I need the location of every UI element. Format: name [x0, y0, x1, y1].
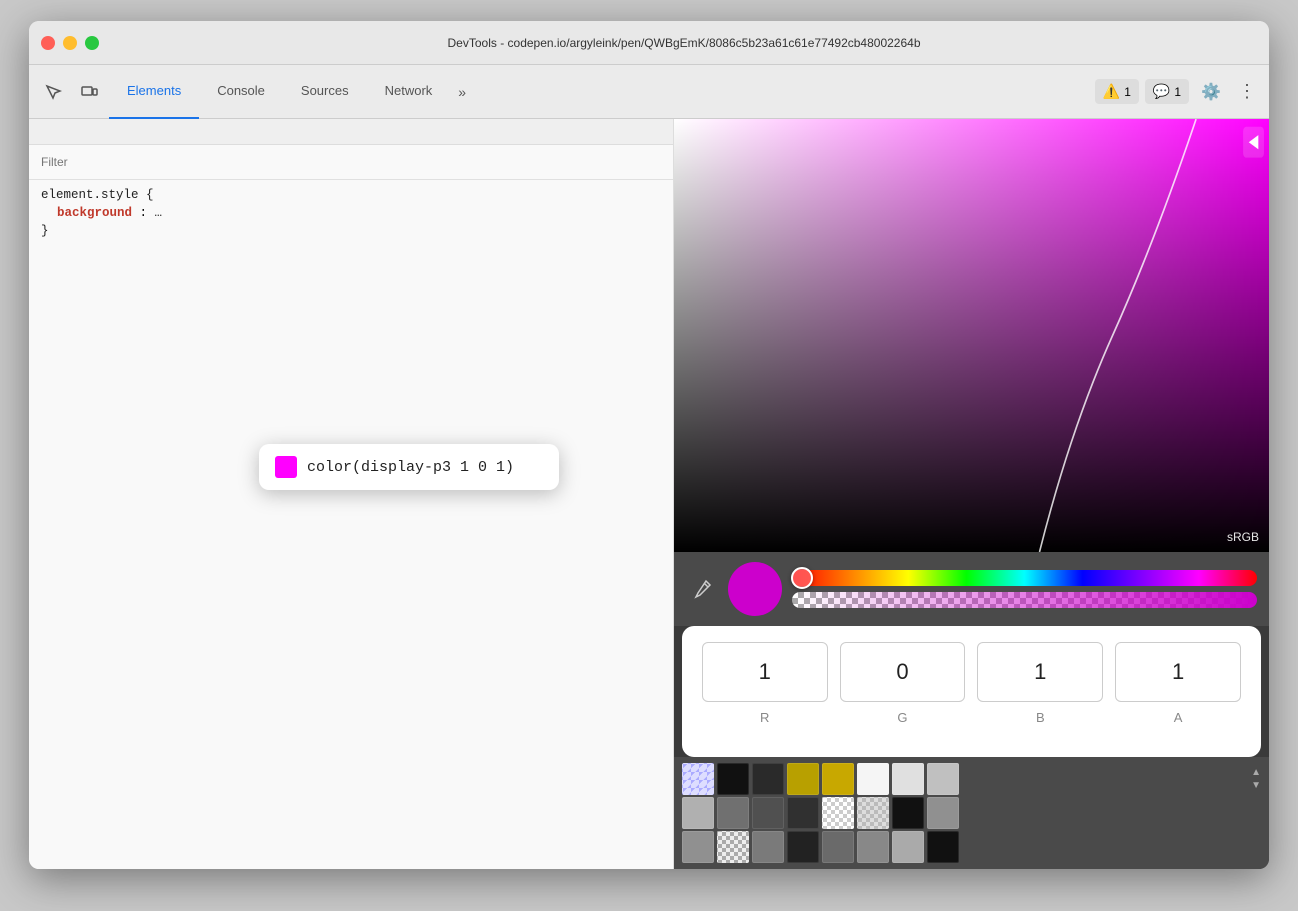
warnings-badge[interactable]: ⚠️ 1	[1095, 79, 1139, 104]
css-panel: element.style { background : … }	[29, 180, 673, 246]
hue-slider[interactable]	[792, 570, 1257, 586]
close-button[interactable]	[41, 36, 55, 50]
css-close-brace: }	[41, 224, 661, 238]
messages-badge[interactable]: 💬 1	[1145, 79, 1189, 104]
left-panel: element.style { background : … } color(d…	[29, 119, 674, 869]
maximize-button[interactable]	[85, 36, 99, 50]
a-input[interactable]	[1115, 642, 1241, 702]
swatch-19[interactable]	[787, 831, 819, 863]
message-icon: 💬	[1153, 83, 1170, 100]
css-property-line: background : …	[41, 206, 661, 220]
tab-network[interactable]: Network	[367, 65, 451, 119]
swatch-15[interactable]	[927, 797, 959, 829]
more-tabs-button[interactable]: »	[450, 65, 474, 119]
more-options-button[interactable]: ⋮	[1233, 76, 1261, 108]
srgb-label: sRGB	[1227, 530, 1259, 544]
right-panel: ◀ sRGB	[674, 119, 1269, 869]
filter-input[interactable]	[41, 155, 661, 169]
swatches-area: ▲ ▼	[674, 757, 1269, 869]
swatch-6[interactable]	[892, 763, 924, 795]
tab-elements[interactable]: Elements	[109, 65, 199, 119]
inspect-icon[interactable]	[37, 76, 69, 108]
swatch-17[interactable]	[717, 831, 749, 863]
toolbar-right: ⚠️ 1 💬 1 ⚙️ ⋮	[1095, 76, 1261, 108]
color-circle-preview[interactable]	[728, 562, 782, 616]
swatches-row-2	[682, 797, 1261, 829]
svg-text:◀: ◀	[1249, 132, 1259, 152]
sliders-area	[792, 570, 1257, 608]
rgba-inputs: R G B A	[702, 642, 1241, 725]
tab-sources[interactable]: Sources	[283, 65, 367, 119]
a-field: A	[1115, 642, 1241, 725]
swatches-row-1: ▲ ▼	[682, 763, 1261, 795]
swatch-5[interactable]	[857, 763, 889, 795]
swatch-0[interactable]	[682, 763, 714, 795]
warning-icon: ⚠️	[1103, 83, 1120, 100]
swatch-14[interactable]	[892, 797, 924, 829]
b-input[interactable]	[977, 642, 1103, 702]
swatch-7[interactable]	[927, 763, 959, 795]
window-title: DevTools - codepen.io/argyleink/pen/QWBg…	[111, 36, 1257, 50]
swatch-1[interactable]	[717, 763, 749, 795]
opacity-slider[interactable]	[792, 592, 1257, 608]
swatch-16[interactable]	[682, 831, 714, 863]
minimize-button[interactable]	[63, 36, 77, 50]
swatch-8[interactable]	[682, 797, 714, 829]
a-label: A	[1174, 710, 1183, 725]
swatch-12[interactable]	[822, 797, 854, 829]
swatch-10[interactable]	[752, 797, 784, 829]
main-content: element.style { background : … } color(d…	[29, 119, 1269, 869]
r-input[interactable]	[702, 642, 828, 702]
swatch-23[interactable]	[927, 831, 959, 863]
filter-bar	[29, 145, 673, 180]
swatch-11[interactable]	[787, 797, 819, 829]
color-controls	[674, 552, 1269, 626]
color-swatch-preview[interactable]	[275, 456, 297, 478]
breadcrumb-bar	[29, 119, 673, 145]
scroll-up-button[interactable]: ▲	[1251, 767, 1261, 778]
color-value-text: color(display-p3 1 0 1)	[307, 459, 514, 476]
g-input[interactable]	[840, 642, 966, 702]
device-toggle-icon[interactable]	[73, 76, 105, 108]
main-tabs: Elements Console Sources Network »	[109, 65, 1091, 119]
css-property-name: background	[57, 206, 132, 220]
swatch-3[interactable]	[787, 763, 819, 795]
color-gradient-area[interactable]: ◀ sRGB	[674, 119, 1269, 552]
swatch-13[interactable]	[857, 797, 889, 829]
rgba-panel: R G B A	[682, 626, 1261, 757]
swatch-18[interactable]	[752, 831, 784, 863]
swatches-scroll: ▲ ▼	[1251, 767, 1261, 791]
traffic-lights	[41, 36, 99, 50]
tab-console[interactable]: Console	[199, 65, 283, 119]
swatch-20[interactable]	[822, 831, 854, 863]
scroll-down-button[interactable]: ▼	[1251, 780, 1261, 791]
titlebar: DevTools - codepen.io/argyleink/pen/QWBg…	[29, 21, 1269, 65]
r-field: R	[702, 642, 828, 725]
css-selector: element.style {	[41, 188, 661, 202]
g-field: G	[840, 642, 966, 725]
b-field: B	[977, 642, 1103, 725]
eyedropper-button[interactable]	[686, 573, 718, 605]
swatch-9[interactable]	[717, 797, 749, 829]
swatches-row-3	[682, 831, 1261, 863]
b-label: B	[1036, 710, 1045, 725]
css-property-value[interactable]: …	[155, 206, 163, 220]
swatch-2[interactable]	[752, 763, 784, 795]
css-colon: :	[140, 206, 155, 220]
g-label: G	[897, 710, 907, 725]
devtools-toolbar: Elements Console Sources Network » ⚠️ 1 …	[29, 65, 1269, 119]
r-label: R	[760, 710, 769, 725]
color-tooltip: color(display-p3 1 0 1)	[259, 444, 559, 490]
swatch-4[interactable]	[822, 763, 854, 795]
swatch-21[interactable]	[857, 831, 889, 863]
settings-button[interactable]: ⚙️	[1195, 76, 1227, 108]
swatch-22[interactable]	[892, 831, 924, 863]
